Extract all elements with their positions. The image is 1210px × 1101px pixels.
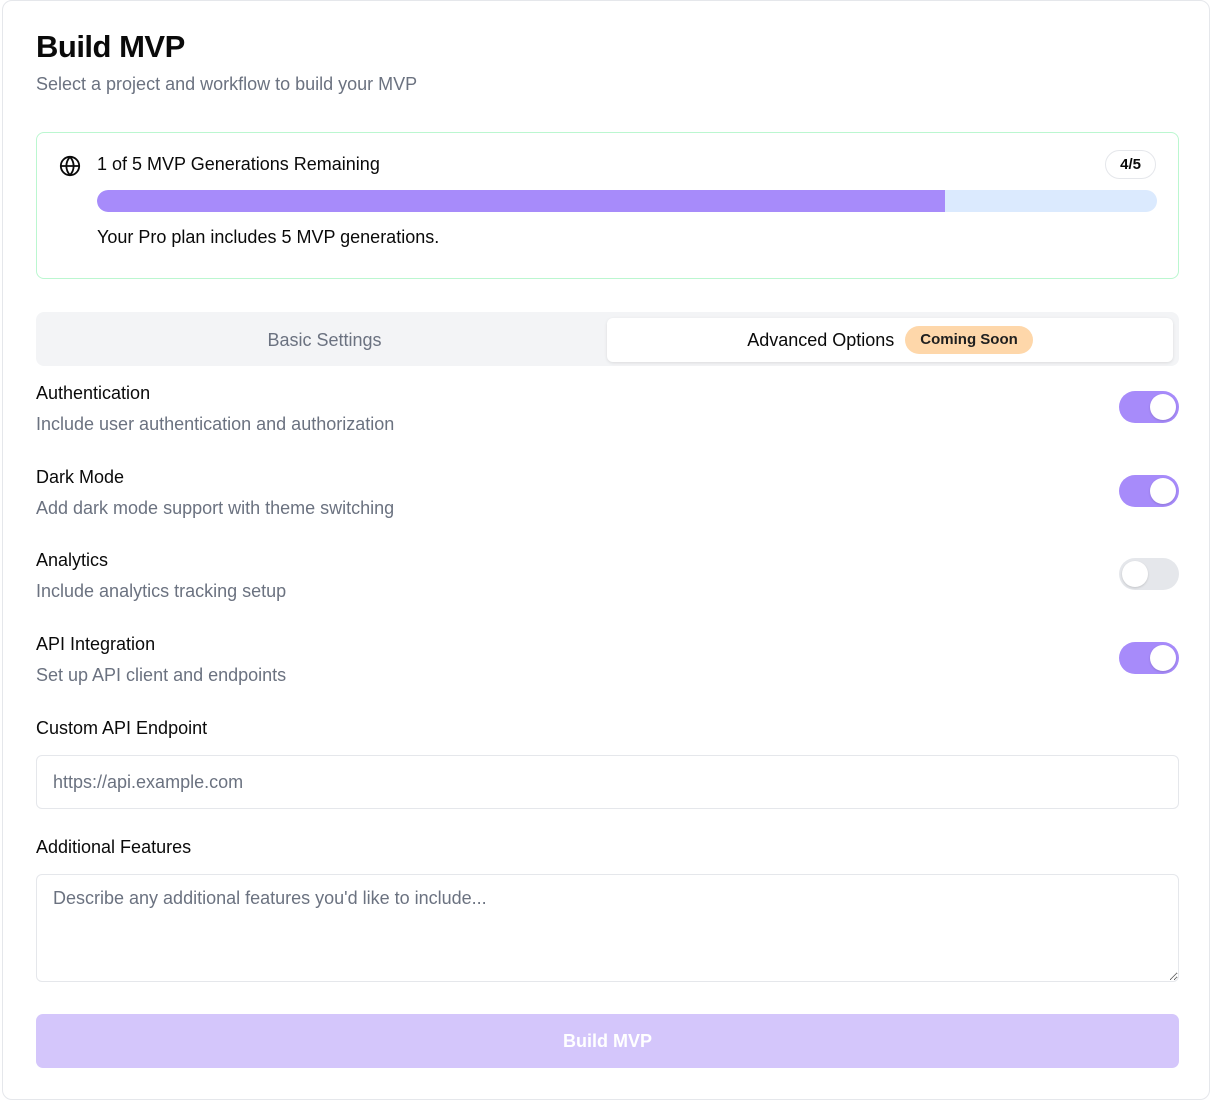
dark-mode-toggle[interactable] <box>1119 475 1179 507</box>
option-authentication: Authentication Include user authenticati… <box>36 383 1179 443</box>
settings-tabs: Basic Settings Advanced Options Coming S… <box>36 312 1179 366</box>
usage-progress-bar <box>97 190 1157 212</box>
toggle-knob <box>1150 478 1176 504</box>
option-description: Include user authentication and authoriz… <box>36 414 395 434</box>
tab-advanced-options[interactable]: Advanced Options Coming Soon <box>607 318 1173 362</box>
analytics-toggle[interactable] <box>1119 558 1179 590</box>
option-analytics: Analytics Include analytics tracking set… <box>36 550 1179 610</box>
toggle-knob <box>1150 645 1176 671</box>
usage-count-badge: 4/5 <box>1105 150 1156 179</box>
option-title: Analytics <box>36 550 109 570</box>
build-mvp-card: Build MVP Select a project and workflow … <box>2 0 1210 1100</box>
globe-icon <box>59 155 81 177</box>
toggle-knob <box>1150 394 1176 420</box>
page-title: Build MVP <box>36 29 185 64</box>
custom-api-endpoint-input[interactable] <box>36 755 1179 809</box>
tab-basic-settings-label: Basic Settings <box>267 329 382 350</box>
toggle-knob <box>1122 561 1148 587</box>
build-mvp-button[interactable]: Build MVP <box>36 1014 1179 1068</box>
custom-api-endpoint-label: Custom API Endpoint <box>36 718 208 738</box>
option-api-integration: API Integration Set up API client and en… <box>36 634 1179 694</box>
option-title: Dark Mode <box>36 467 125 487</box>
usage-progress-fill <box>97 190 945 212</box>
option-description: Include analytics tracking setup <box>36 581 287 601</box>
additional-features-label: Additional Features <box>36 837 192 857</box>
api-integration-toggle[interactable] <box>1119 642 1179 674</box>
option-dark-mode: Dark Mode Add dark mode support with the… <box>36 467 1179 527</box>
page-subtitle: Select a project and workflow to build y… <box>36 74 418 94</box>
tab-advanced-options-label: Advanced Options <box>747 329 895 350</box>
tab-basic-settings[interactable]: Basic Settings <box>42 318 607 362</box>
coming-soon-badge: Coming Soon <box>905 326 1033 354</box>
option-title: API Integration <box>36 634 156 654</box>
usage-title: 1 of 5 MVP Generations Remaining <box>97 154 380 174</box>
usage-plan-note: Your Pro plan includes 5 MVP generations… <box>97 227 440 247</box>
additional-features-textarea[interactable] <box>36 874 1179 982</box>
option-title: Authentication <box>36 383 151 403</box>
usage-panel: 1 of 5 MVP Generations Remaining 4/5 You… <box>36 132 1179 279</box>
option-description: Set up API client and endpoints <box>36 665 287 685</box>
authentication-toggle[interactable] <box>1119 391 1179 423</box>
option-description: Add dark mode support with theme switchi… <box>36 498 395 518</box>
